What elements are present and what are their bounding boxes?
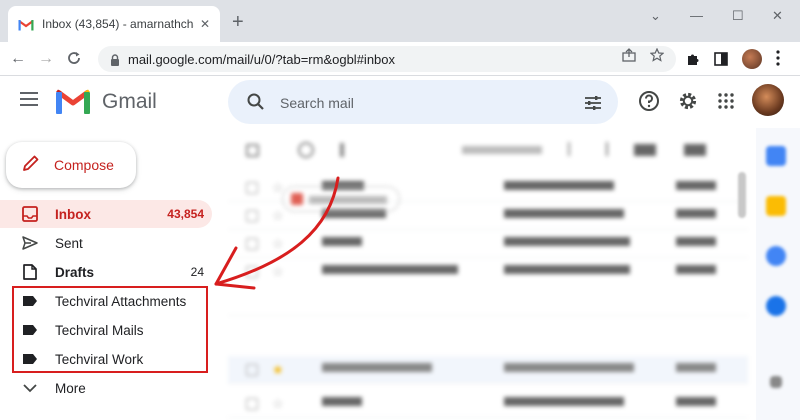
draft-icon [22,264,38,280]
sidebar-item-sent[interactable]: Sent [0,229,212,257]
next-page-icon[interactable] [600,142,608,156]
mail-row[interactable]: ☆ [228,258,748,316]
back-button[interactable]: ← [10,50,26,68]
select-all-checkbox[interactable] [246,144,259,157]
sidebar-item-label: Inbox [55,206,91,222]
sidebar-item-drafts[interactable]: Drafts 24 [0,258,212,286]
tasks-icon[interactable] [766,246,786,266]
prev-page-icon[interactable] [568,142,576,156]
search-input[interactable]: Search mail [280,95,354,111]
sidebar-item-label: More [55,380,86,396]
calendar-icon[interactable] [766,146,786,166]
account-avatar[interactable] [752,84,784,116]
extensions-icon[interactable] [686,52,700,69]
pencil-icon [22,154,40,177]
compose-label: Compose [54,157,114,173]
input-tools-icon[interactable] [634,144,656,156]
close-window-button[interactable]: ✕ [772,8,783,24]
search-options-icon[interactable] [584,95,602,116]
side-panel [756,128,800,420]
search-icon[interactable] [246,92,266,117]
maximize-button[interactable]: ☐ [732,8,744,24]
mail-row[interactable]: ☆ [228,390,748,418]
side-panel-icon[interactable] [714,52,728,69]
inbox-icon [22,206,38,222]
gmail-logo-icon[interactable] [56,88,90,114]
search-bar[interactable]: Search mail [228,80,618,124]
sidebar-item-inbox[interactable]: Inbox 43,854 [0,200,212,228]
address-bar[interactable]: mail.google.com/mail/u/0/?tab=rm&ogbl#in… [98,46,676,72]
browser-menu-icon[interactable] [776,50,780,69]
browser-tab-strip: Inbox (43,854) - amarnathchakra ✕ + ⌄ — … [0,0,800,42]
draft-count: 24 [190,265,204,279]
refresh-icon[interactable] [298,142,314,158]
pagination-text [462,146,542,154]
mail-list-scrollbar[interactable] [738,172,746,218]
forward-button[interactable]: → [38,50,54,68]
mail-row[interactable]: ★ [228,356,748,384]
apps-grid-icon[interactable] [718,93,734,114]
app-name: Gmail [102,90,157,113]
chevron-down-icon [22,380,38,396]
minimize-button[interactable]: — [690,8,703,23]
send-icon [22,235,38,251]
contacts-icon[interactable] [766,296,786,316]
main-menu-icon[interactable] [20,92,38,106]
browser-tab[interactable]: Inbox (43,854) - amarnathchakra ✕ [8,6,220,42]
share-icon[interactable] [622,48,636,65]
gmail-header: Gmail Search mail [0,76,800,128]
new-tab-button[interactable]: + [232,12,244,32]
bookmark-star-icon[interactable] [649,47,665,65]
mail-list: ☆ ☆ ☆ ☆ ★ ☆ [228,128,752,420]
mail-list-toolbar [228,140,752,164]
gmail-sidebar: Compose Inbox 43,854 Sent Drafts 24 Tech… [0,128,216,420]
add-addon-icon[interactable] [770,376,782,388]
keyboard-icon[interactable] [684,144,706,156]
tab-close-icon[interactable]: ✕ [200,17,210,31]
sidebar-item-label: Sent [55,235,83,251]
more-options-icon[interactable] [340,143,344,157]
tab-search-icon[interactable]: ⌄ [650,8,661,24]
sidebar-item-more[interactable]: More [0,374,212,402]
compose-button[interactable]: Compose [6,142,136,188]
help-icon[interactable] [638,90,660,117]
attachment-chip[interactable] [282,186,400,212]
reload-icon [68,52,80,64]
browser-toolbar: ← → mail.google.com/mail/u/0/?tab=rm&ogb… [0,42,800,76]
keep-icon[interactable] [766,196,786,216]
mail-row[interactable]: ☆ [228,230,748,258]
unread-count: 43,854 [167,207,204,221]
settings-gear-icon[interactable] [677,90,699,117]
gmail-favicon-icon [18,18,34,31]
browser-profile-avatar[interactable] [742,49,762,69]
url-text: mail.google.com/mail/u/0/?tab=rm&ogbl#in… [128,51,396,67]
lock-icon [110,53,120,66]
annotation-highlight-box [12,286,208,373]
reload-button[interactable] [66,50,82,71]
sidebar-item-label: Drafts [55,264,95,280]
tab-title: Inbox (43,854) - amarnathchakra [42,17,194,31]
